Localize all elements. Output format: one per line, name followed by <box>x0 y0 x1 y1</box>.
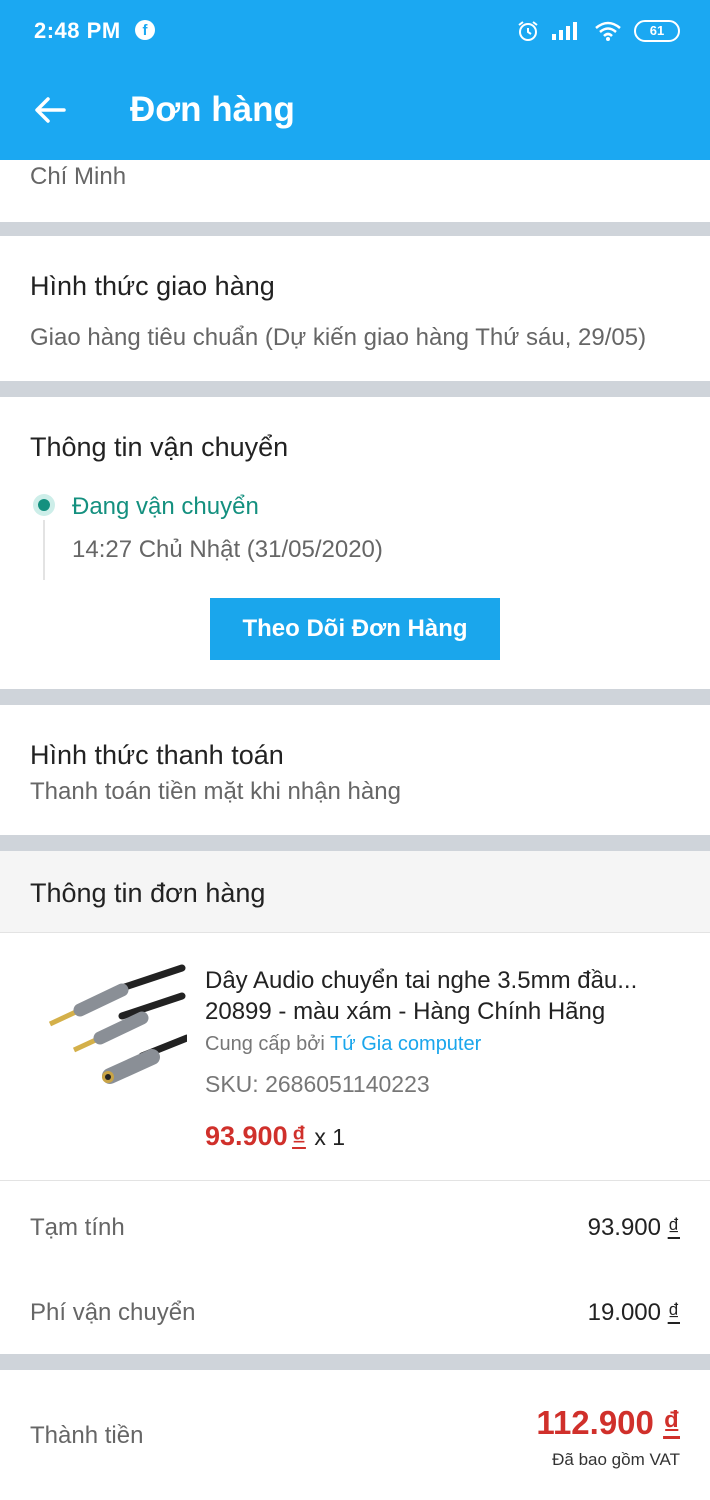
price-row: 93.900 ₫ x 1 <box>205 1121 345 1152</box>
subtotal-value-row: 93.900 ₫ <box>588 1214 680 1242</box>
total-section: Thành tiền 112.900 ₫ Đã bao gồm VAT <box>0 1370 710 1500</box>
shipping-fee-label: Phí vận chuyển <box>30 1299 196 1326</box>
order-info-header: Thông tin đơn hàng <box>0 851 710 933</box>
status-icons: 61 <box>516 16 680 46</box>
vat-note: Đã bao gồm VAT <box>552 1450 680 1469</box>
timeline-line <box>43 520 45 580</box>
payment-value: Thanh toán tiền mặt khi nhận hàng <box>30 778 401 805</box>
delivery-section: Hình thức giao hàng Giao hàng tiêu chuẩn… <box>0 236 710 381</box>
delivery-value: Giao hàng tiêu chuẩn (Dự kiến giao hàng … <box>30 324 647 351</box>
shipping-timestamp: 14:27 Chủ Nhật (31/05/2020) <box>72 536 383 563</box>
product-name-line2: 20899 - màu xám - Hàng Chính Hãng <box>205 998 606 1025</box>
total-label: Thành tiền <box>30 1422 144 1449</box>
status-time: 2:48 PM <box>34 18 121 43</box>
product-name-line1: Dây Audio chuyển tai nghe 3.5mm đầu... <box>205 967 638 994</box>
shipping-info-title: Thông tin vận chuyển <box>30 432 289 462</box>
product-price: 93.900 <box>205 1121 288 1151</box>
currency-symbol: ₫ <box>667 1299 680 1326</box>
payment-title: Hình thức thanh toán <box>30 740 284 770</box>
order-info-title: Thông tin đơn hàng <box>30 878 266 908</box>
address-section: Chí Minh <box>0 160 710 222</box>
app-bar: Đơn hàng <box>0 62 710 160</box>
shipping-fee-row: 19.000 ₫ <box>588 1299 680 1327</box>
total-value: 112.900 <box>536 1404 654 1441</box>
currency-symbol: ₫ <box>663 1404 680 1441</box>
divider <box>0 222 710 236</box>
delivery-title: Hình thức giao hàng <box>30 271 275 301</box>
divider <box>0 1354 710 1370</box>
battery-icon: 61 <box>634 20 680 42</box>
alarm-icon <box>518 21 538 41</box>
summary-section: Tạm tính 93.900 ₫ Phí vận chuyển 19.000 … <box>0 1182 710 1354</box>
status-bar: 2:48 PM f 61 <box>0 0 710 62</box>
product-sku: SKU: 2686051140223 <box>205 1071 430 1097</box>
status-dot-icon <box>33 494 55 516</box>
currency-symbol: ₫ <box>667 1214 680 1241</box>
supplier-link[interactable]: Tứ Gia computer <box>330 1033 481 1055</box>
supplier-row: Cung cấp bởi Tứ Gia computer <box>205 1033 481 1056</box>
address-text: Chí Minh <box>30 163 127 190</box>
payment-section: Hình thức thanh toán Thanh toán tiền mặt… <box>0 705 710 835</box>
divider <box>0 689 710 705</box>
subtotal-label: Tạm tính <box>30 1214 125 1241</box>
total-value-row: 112.900 ₫ <box>536 1404 680 1442</box>
track-order-button[interactable]: Theo Dõi Đơn Hàng <box>210 598 500 660</box>
page-title: Đơn hàng <box>130 90 295 129</box>
arrow-left-icon[interactable] <box>30 90 70 130</box>
signal-icon <box>552 22 577 40</box>
supplier-prefix: Cung cấp bởi <box>205 1033 325 1055</box>
shipping-status: Đang vận chuyển <box>72 493 259 520</box>
wifi-icon <box>595 21 621 41</box>
shipping-fee-value: 19.000 <box>587 1299 661 1326</box>
divider <box>0 381 710 397</box>
divider <box>0 835 710 851</box>
product-image <box>48 964 187 1084</box>
facebook-icon: f <box>135 20 155 40</box>
subtotal-value: 93.900 <box>587 1214 661 1241</box>
product-quantity: x 1 <box>314 1124 346 1150</box>
currency-symbol: ₫ <box>292 1121 306 1151</box>
